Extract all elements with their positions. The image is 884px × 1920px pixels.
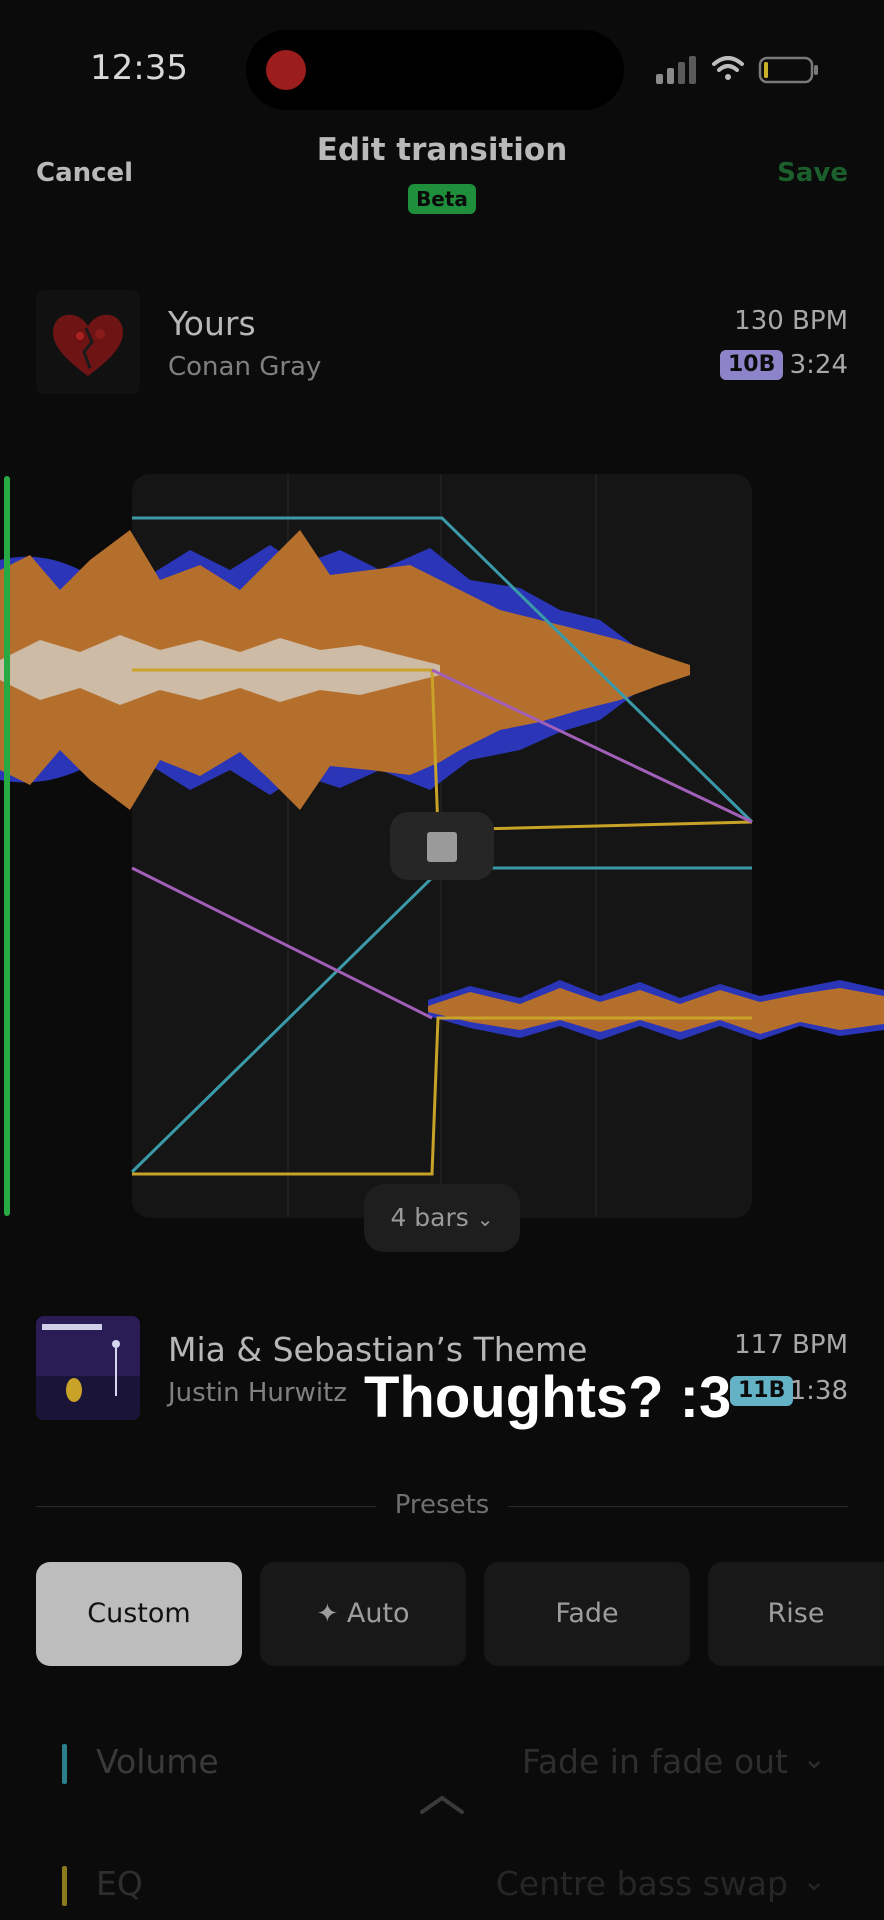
eq-color-bar <box>62 1866 67 1906</box>
volume-label: Volume <box>96 1742 219 1781</box>
wifi-icon <box>712 56 744 80</box>
volume-color-bar <box>62 1744 67 1784</box>
chevron-down-icon: ⌄ <box>476 1207 494 1231</box>
eq-mode-select[interactable]: Centre bass swap <box>496 1864 788 1903</box>
bars-length-dropdown[interactable]: 4 bars ⌄ <box>364 1184 520 1252</box>
recording-indicator-icon <box>266 50 306 90</box>
track-b-album-art <box>36 1316 140 1420</box>
track-a-key-badge: 10B <box>720 350 784 380</box>
track-b-artist: Justin Hurwitz <box>168 1378 347 1408</box>
page-title: Edit transition <box>316 132 568 168</box>
chevron-down-icon: ⌄ <box>802 1864 826 1897</box>
presets-divider-right <box>508 1506 848 1507</box>
track-b-key-badge: 11B <box>730 1376 794 1406</box>
save-button[interactable]: Save <box>777 158 848 188</box>
track-a-title: Yours <box>168 304 256 343</box>
preset-rise[interactable]: Rise <box>708 1562 884 1666</box>
track-a-artist: Conan Gray <box>168 352 322 382</box>
track-a-album-art <box>36 290 140 394</box>
battery-icon <box>758 56 818 84</box>
sparkle-icon: ✦ <box>316 1599 339 1629</box>
preset-custom[interactable]: Custom <box>36 1562 242 1666</box>
status-icons <box>656 56 818 84</box>
preset-auto[interactable]: ✦ Auto <box>260 1562 466 1666</box>
signal-icon <box>656 56 696 84</box>
chevron-up-icon[interactable] <box>418 1792 466 1816</box>
track-a-bpm: 130 BPM <box>734 306 848 336</box>
preset-auto-label: Auto <box>346 1598 410 1629</box>
track-a-duration: 3:24 <box>789 350 848 380</box>
chevron-down-icon: ⌄ <box>802 1742 826 1775</box>
track-b-bpm: 117 BPM <box>734 1330 848 1360</box>
track-b-duration: 1:38 <box>789 1376 848 1406</box>
overlay-caption: Thoughts? :3 <box>364 1365 732 1430</box>
volume-mode-select[interactable]: Fade in fade out <box>522 1742 788 1781</box>
eq-label: EQ <box>96 1864 143 1903</box>
filter-curve-in <box>131 866 433 1020</box>
playhead[interactable] <box>4 476 10 1216</box>
beta-badge: Beta <box>408 184 476 214</box>
presets-label: Presets <box>394 1490 490 1520</box>
stop-icon <box>427 832 457 862</box>
status-time: 12:35 <box>90 48 188 88</box>
bars-length-label: 4 bars <box>390 1203 469 1232</box>
track-b-waveform <box>428 980 884 1040</box>
preset-fade[interactable]: Fade <box>484 1562 690 1666</box>
